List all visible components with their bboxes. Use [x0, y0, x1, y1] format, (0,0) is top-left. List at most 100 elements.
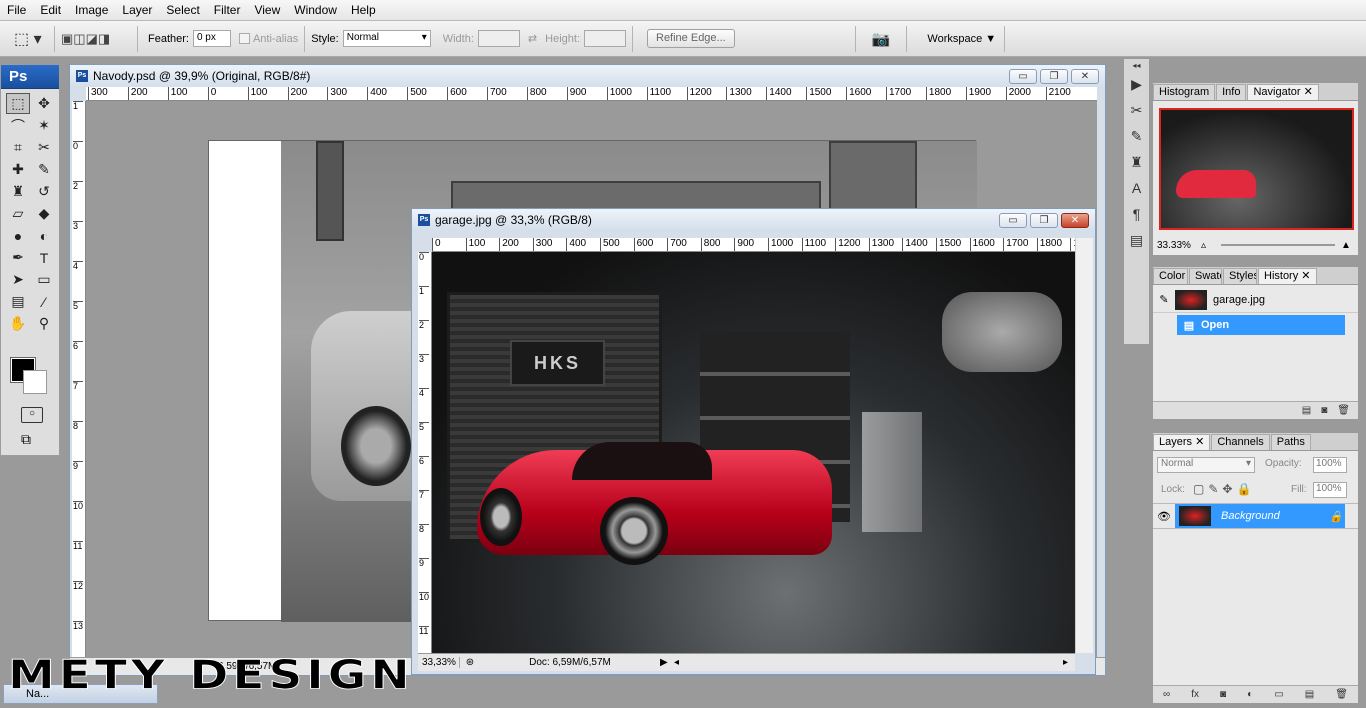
tab-layers[interactable]: Layers ✕ — [1153, 434, 1211, 450]
history-brush-icon[interactable]: ↺ — [32, 181, 56, 202]
vertical-scrollbar[interactable] — [1075, 238, 1093, 653]
layer-comps-icon[interactable]: ▤ — [1124, 227, 1149, 253]
group-icon[interactable]: ▭ — [1274, 689, 1283, 700]
minimize-button[interactable]: ▭ — [1009, 69, 1037, 84]
slice-icon[interactable]: ✂ — [32, 137, 56, 158]
garage-image[interactable]: HKS — [432, 252, 1075, 653]
close-icon[interactable]: ✕ — [1304, 86, 1313, 98]
dodge-icon[interactable]: ◐ — [32, 225, 56, 246]
snapshot-icon[interactable]: ◙ — [1321, 405, 1327, 416]
menu-help[interactable]: Help — [344, 0, 383, 21]
scroll-left-icon[interactable]: ◂ — [674, 657, 684, 668]
crop-icon[interactable]: ⌗ — [6, 137, 30, 158]
magic-wand-icon[interactable]: ✶ — [32, 115, 56, 136]
history-snapshot-row[interactable]: ✎ garage.jpg — [1153, 287, 1358, 313]
doc-window-garage[interactable]: Ps garage.jpg @ 33,3% (RGB/8) ▭ ❐ ✕ 0 100… — [411, 208, 1096, 675]
paint-bucket-icon[interactable]: ◆ — [32, 203, 56, 224]
refine-edge-button[interactable]: Refine Edge... — [647, 29, 735, 48]
marquee-tool-preset-icon[interactable]: ⬚ ▾ — [14, 29, 48, 49]
tab-swatches[interactable]: Swatc — [1189, 268, 1222, 284]
maximize-button[interactable]: ❐ — [1040, 69, 1068, 84]
notes-icon[interactable]: ▤ — [6, 291, 30, 312]
character-icon[interactable]: A — [1124, 175, 1149, 201]
screen-mode-icon[interactable]: ⧉ — [21, 431, 31, 448]
menu-file[interactable]: File — [0, 0, 33, 21]
clone-source-icon[interactable]: ♜ — [1124, 149, 1149, 175]
tab-styles[interactable]: Styles — [1223, 268, 1257, 284]
opacity-input[interactable]: 100% — [1313, 457, 1347, 473]
lock-icons[interactable]: ▢✎✥🔒 — [1193, 482, 1255, 496]
close-button[interactable]: ✕ — [1061, 213, 1089, 228]
menu-window[interactable]: Window — [287, 0, 344, 21]
minimize-button[interactable]: ▭ — [999, 213, 1027, 228]
link-layers-icon[interactable]: ∞ — [1163, 689, 1170, 700]
antialias-checkbox[interactable] — [238, 33, 250, 44]
doc-title-bar[interactable]: Ps Navody.psd @ 39,9% (Original, RGB/8#) — [70, 65, 1105, 87]
tab-histogram[interactable]: Histogram — [1153, 84, 1216, 100]
layer-row-background[interactable]: 👁 Background 🔒 — [1153, 503, 1358, 529]
menu-image[interactable]: Image — [68, 0, 115, 21]
adjustment-layer-icon[interactable]: ◐ — [1247, 689, 1253, 700]
brush-icon[interactable]: ✎ — [32, 159, 56, 180]
blend-mode-select[interactable]: Normal ▾ — [1157, 457, 1255, 473]
menu-layer[interactable]: Layer — [115, 0, 159, 21]
collapse-icon[interactable]: ◂◂ — [1124, 59, 1149, 71]
eyedropper-icon[interactable]: ⁄ — [32, 291, 56, 312]
zoom-slider[interactable] — [1221, 244, 1335, 246]
path-select-icon[interactable]: ➤ — [6, 269, 30, 290]
status-menu-icon[interactable]: ⊛ — [460, 657, 480, 668]
scroll-right-icon[interactable]: ▸ — [1063, 657, 1075, 668]
lasso-icon[interactable]: ⌒ — [6, 115, 30, 136]
eraser-icon[interactable]: ▱ — [6, 203, 30, 224]
brushes-icon[interactable]: ✎ — [1124, 123, 1149, 149]
history-step-row[interactable]: ▤ Open — [1177, 315, 1345, 335]
move-tool-icon[interactable]: ✥ — [32, 93, 56, 114]
hand-icon[interactable]: ✋ — [6, 313, 30, 334]
doc-title-bar[interactable]: Ps garage.jpg @ 33,3% (RGB/8) — [412, 209, 1095, 231]
status-arrow-icon[interactable]: ▶ — [660, 657, 674, 668]
blur-icon[interactable]: ● — [6, 225, 30, 246]
quick-mask-icon[interactable]: ○ — [21, 407, 43, 423]
zoom-in-icon[interactable]: ▲ — [1341, 240, 1355, 251]
width-input[interactable] — [477, 30, 520, 47]
zoom-level[interactable]: 33,33% — [418, 657, 460, 668]
shape-icon[interactable]: ▭ — [32, 269, 56, 290]
navigator-thumbnail[interactable] — [1159, 108, 1354, 230]
height-input[interactable] — [584, 30, 626, 47]
pen-icon[interactable]: ✒ — [6, 247, 30, 268]
style-select[interactable]: Normal ▾ — [342, 30, 431, 47]
tab-channels[interactable]: Channels — [1211, 434, 1270, 450]
menu-select[interactable]: Select — [159, 0, 206, 21]
new-document-icon[interactable]: ▤ — [1302, 405, 1311, 416]
tool-presets-icon[interactable]: ✂ — [1124, 97, 1149, 123]
close-icon[interactable]: ✕ — [1301, 270, 1310, 282]
rect-marquee-icon[interactable]: ⬚ — [6, 93, 30, 114]
swap-icon[interactable]: ⇄ — [528, 32, 537, 45]
selection-mode-icons[interactable]: ▣◫◪◨ — [61, 31, 131, 47]
close-icon[interactable]: ✕ — [1195, 436, 1204, 448]
zoom-icon[interactable]: ⚲ — [32, 313, 56, 334]
paragraph-icon[interactable]: ¶ — [1124, 201, 1149, 227]
trash-icon[interactable]: 🗑 — [1337, 405, 1350, 416]
menu-edit[interactable]: Edit — [33, 0, 68, 21]
new-layer-icon[interactable]: ▤ — [1305, 689, 1314, 700]
menu-view[interactable]: View — [247, 0, 287, 21]
layer-mask-icon[interactable]: ◙ — [1220, 689, 1226, 700]
tool-presets-icon[interactable]: 📷 — [872, 30, 891, 48]
tab-info[interactable]: Info — [1216, 84, 1247, 100]
zoom-out-icon[interactable]: ▵ — [1201, 240, 1215, 251]
healing-brush-icon[interactable]: ✚ — [6, 159, 30, 180]
background-color-swatch[interactable] — [23, 370, 47, 394]
clone-stamp-icon[interactable]: ♜ — [6, 181, 30, 202]
type-icon[interactable]: T — [32, 247, 56, 268]
visibility-eye-icon[interactable]: 👁 — [1153, 510, 1175, 523]
trash-icon[interactable]: 🗑 — [1335, 689, 1348, 700]
snapshot-brush-icon[interactable]: ✎ — [1153, 293, 1175, 306]
tab-navigator[interactable]: Navigator ✕ — [1247, 84, 1319, 100]
close-button[interactable]: ✕ — [1071, 69, 1099, 84]
tab-color[interactable]: Color — [1153, 268, 1188, 284]
fill-input[interactable]: 100% — [1313, 482, 1347, 498]
navigator-zoom-input[interactable]: 33.33% — [1157, 240, 1201, 251]
menu-filter[interactable]: Filter — [207, 0, 248, 21]
actions-icon[interactable]: ▶ — [1124, 71, 1149, 97]
